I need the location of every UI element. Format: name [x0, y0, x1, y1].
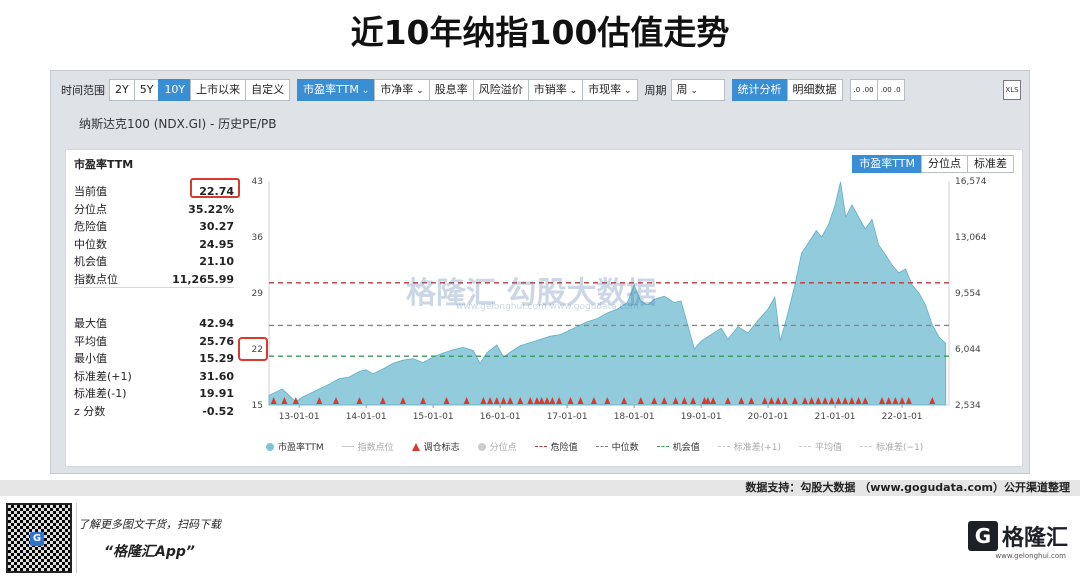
metric-button-4[interactable]: 市销率 [527, 79, 584, 101]
legend-marker [341, 446, 354, 447]
footer-app-name: “格隆汇App” [104, 544, 195, 560]
legend-marker [717, 446, 730, 447]
x-tick-label: 22-01-01 [882, 412, 923, 422]
decimal-button-0[interactable]: .0 .00 [849, 79, 878, 101]
chart-legend: 市盈率TTM 指数点位 调仓标志 分位点 危险值 中位数 机会值 标准差(+1) 平均值 标准差(… [266, 440, 941, 453]
period-label: 周期 [644, 84, 667, 97]
brand-logo-text: 格隆汇 [1001, 526, 1068, 551]
brand-logo-url: www.gelonghui.com [995, 552, 1066, 560]
excel-export-icon[interactable]: XLS [1003, 80, 1021, 100]
view-button-1[interactable]: 明细数据 [786, 79, 843, 101]
x-tick-label: 16-01-01 [480, 412, 521, 422]
decimal-button-1[interactable]: .00 .0 [876, 79, 905, 101]
y2-tick-label: 2,534 [955, 401, 981, 411]
metric-button-5[interactable]: 市现率 [582, 79, 638, 101]
legend-label: 指数点位 [357, 443, 394, 453]
y2-tick-label: 16,574 [955, 177, 987, 187]
x-tick-label: 14-01-01 [346, 412, 387, 422]
range-button-0[interactable]: 2Y [109, 79, 135, 101]
legend-item[interactable]: 平均值 [799, 440, 842, 453]
valuation-panel: 时间范围2Y5Y10Y上市以来自定义市盈率TTM市净率股息率风险溢价市销率市现率… [50, 70, 1030, 474]
brand-logo: G 格隆汇 [967, 520, 1068, 552]
legend-item[interactable]: 机会值 [656, 440, 700, 453]
x-tick-label: 20-01-01 [748, 412, 789, 422]
metric-button-0[interactable]: 市盈率TTM [297, 79, 376, 101]
y2-tick-label: 9,554 [955, 289, 981, 299]
legend-label: 调仓标志 [423, 443, 460, 453]
legend-label: 标准差(−1) [876, 443, 924, 453]
x-tick-label: 19-01-01 [681, 412, 722, 422]
x-tick-label: 18-01-01 [614, 412, 655, 422]
watermark-sub: www.gelonghui.com www.gogudata.com [456, 302, 639, 312]
metric-button-1[interactable]: 市净率 [374, 79, 430, 101]
chart-card: 市盈率TTM 当前值 22.74 分位点 35.22% 危险值 30.27 中位数 24.95… [65, 149, 1023, 467]
legend-label: 分位点 [489, 443, 517, 453]
x-tick-label: 17-01-01 [547, 412, 588, 422]
toolbar: 时间范围 2Y5Y10Y上市以来自定义市盈率TTM市净率股息率风险溢价市销率市现率… [61, 79, 905, 101]
legend-item[interactable]: 标准差(+1) [717, 440, 781, 453]
x-tick-label: 13-01-01 [279, 412, 320, 422]
metric-button-3[interactable]: 风险溢价 [472, 79, 529, 101]
legend-marker [656, 446, 669, 447]
legend-label: 标准差(+1) [733, 443, 781, 453]
range-label: 时间范围 [61, 84, 105, 97]
legend-marker [477, 442, 486, 451]
brand-logo-icon: G [967, 521, 998, 551]
page-title: 近10年纳指100估值走势 [350, 13, 730, 52]
qr-logo-icon: G [30, 532, 44, 546]
legend-item[interactable]: 市盈率TTM [266, 440, 324, 453]
legend-marker [266, 442, 274, 451]
index-subtitle: 纳斯达克100 (NDX.GI) - 历史PE/PB [79, 117, 277, 131]
legend-item[interactable]: 分位点 [477, 440, 517, 453]
legend-label: 危险值 [550, 443, 578, 453]
range-button-4[interactable]: 自定义 [245, 79, 291, 101]
legend-marker [595, 446, 608, 447]
y-tick-label: 43 [252, 177, 263, 187]
x-tick-label: 21-01-01 [815, 412, 856, 422]
legend-marker [411, 442, 420, 451]
legend-item[interactable]: 中位数 [595, 440, 639, 453]
metric-button-2[interactable]: 股息率 [428, 79, 474, 101]
legend-label: 中位数 [611, 443, 639, 453]
y-tick-label: 29 [252, 289, 264, 299]
legend-marker [534, 446, 547, 447]
y-tick-label: 36 [252, 233, 264, 243]
y-tick-label: 15 [252, 401, 263, 411]
footer-tagline: 了解更多图文干货，扫码下载 [78, 518, 221, 531]
legend-label: 机会值 [672, 443, 700, 453]
y-tick-label: 22 [252, 345, 263, 355]
period-select[interactable]: 周 [670, 79, 725, 101]
y2-tick-label: 13,064 [955, 233, 987, 243]
x-tick-label: 15-01-01 [413, 412, 454, 422]
legend-item[interactable]: 危险值 [534, 440, 578, 453]
source-note: 数据支持：勾股大数据 （www.gogudata.com）公开渠道整理 [0, 480, 1080, 496]
legend-marker [860, 446, 873, 447]
footer-divider [76, 503, 77, 573]
legend-label: 平均值 [815, 443, 843, 453]
legend-item[interactable]: 调仓标志 [411, 440, 460, 453]
legend-item[interactable]: 指数点位 [341, 440, 394, 453]
legend-item[interactable]: 标准差(−1) [860, 440, 923, 453]
legend-label: 市盈率TTM [278, 443, 324, 453]
view-button-0[interactable]: 统计分析 [731, 79, 788, 101]
legend-marker [799, 446, 811, 447]
range-button-3[interactable]: 上市以来 [190, 79, 247, 101]
range-button-1[interactable]: 5Y [133, 79, 160, 101]
range-button-2[interactable]: 10Y [158, 79, 192, 101]
y2-tick-label: 6,044 [955, 345, 981, 355]
